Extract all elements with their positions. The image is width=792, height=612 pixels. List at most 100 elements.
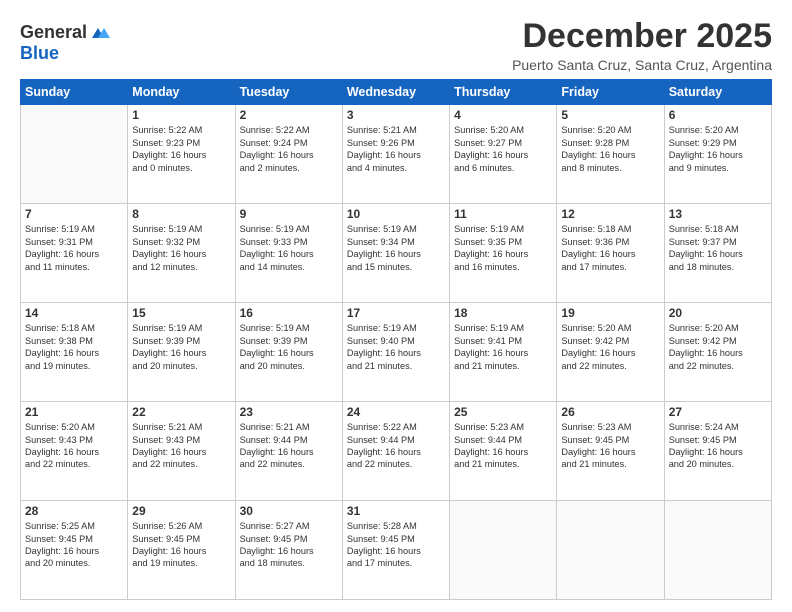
cell-content: Sunrise: 5:27 AM Sunset: 9:45 PM Dayligh… [240, 520, 338, 570]
calendar-cell: 29 Sunrise: 5:26 AM Sunset: 9:45 PM Dayli… [128, 501, 235, 600]
header-day-friday: Friday [557, 80, 664, 105]
cell-content: Sunrise: 5:23 AM Sunset: 9:45 PM Dayligh… [561, 421, 659, 471]
week-row-2: 7 Sunrise: 5:19 AM Sunset: 9:31 PM Daylig… [21, 204, 772, 303]
week-row-4: 21 Sunrise: 5:20 AM Sunset: 9:43 PM Dayli… [21, 402, 772, 501]
header-day-monday: Monday [128, 80, 235, 105]
cell-content: Sunrise: 5:20 AM Sunset: 9:29 PM Dayligh… [669, 124, 767, 174]
cell-content: Sunrise: 5:18 AM Sunset: 9:37 PM Dayligh… [669, 223, 767, 273]
day-number: 1 [132, 108, 230, 122]
calendar-cell [557, 501, 664, 600]
cell-content: Sunrise: 5:19 AM Sunset: 9:32 PM Dayligh… [132, 223, 230, 273]
cell-content: Sunrise: 5:20 AM Sunset: 9:42 PM Dayligh… [561, 322, 659, 372]
header-day-sunday: Sunday [21, 80, 128, 105]
day-number: 26 [561, 405, 659, 419]
day-number: 24 [347, 405, 445, 419]
cell-content: Sunrise: 5:19 AM Sunset: 9:35 PM Dayligh… [454, 223, 552, 273]
day-number: 30 [240, 504, 338, 518]
cell-content: Sunrise: 5:18 AM Sunset: 9:38 PM Dayligh… [25, 322, 123, 372]
calendar-cell: 5 Sunrise: 5:20 AM Sunset: 9:28 PM Daylig… [557, 105, 664, 204]
header-day-saturday: Saturday [664, 80, 771, 105]
logo-text-general: General [20, 23, 87, 43]
header-day-thursday: Thursday [450, 80, 557, 105]
calendar-cell [21, 105, 128, 204]
calendar-cell: 18 Sunrise: 5:19 AM Sunset: 9:41 PM Dayli… [450, 303, 557, 402]
week-row-1: 1 Sunrise: 5:22 AM Sunset: 9:23 PM Daylig… [21, 105, 772, 204]
day-number: 21 [25, 405, 123, 419]
header-row: SundayMondayTuesdayWednesdayThursdayFrid… [21, 80, 772, 105]
cell-content: Sunrise: 5:21 AM Sunset: 9:44 PM Dayligh… [240, 421, 338, 471]
day-number: 29 [132, 504, 230, 518]
cell-content: Sunrise: 5:21 AM Sunset: 9:43 PM Dayligh… [132, 421, 230, 471]
cell-content: Sunrise: 5:19 AM Sunset: 9:39 PM Dayligh… [132, 322, 230, 372]
day-number: 17 [347, 306, 445, 320]
day-number: 31 [347, 504, 445, 518]
day-number: 5 [561, 108, 659, 122]
day-number: 13 [669, 207, 767, 221]
cell-content: Sunrise: 5:19 AM Sunset: 9:34 PM Dayligh… [347, 223, 445, 273]
cell-content: Sunrise: 5:26 AM Sunset: 9:45 PM Dayligh… [132, 520, 230, 570]
calendar-cell: 2 Sunrise: 5:22 AM Sunset: 9:24 PM Daylig… [235, 105, 342, 204]
page: General Blue December 2025 Puerto Santa … [0, 0, 792, 612]
day-number: 8 [132, 207, 230, 221]
cell-content: Sunrise: 5:22 AM Sunset: 9:44 PM Dayligh… [347, 421, 445, 471]
calendar-cell: 12 Sunrise: 5:18 AM Sunset: 9:36 PM Dayli… [557, 204, 664, 303]
calendar-cell: 15 Sunrise: 5:19 AM Sunset: 9:39 PM Dayli… [128, 303, 235, 402]
week-row-3: 14 Sunrise: 5:18 AM Sunset: 9:38 PM Dayli… [21, 303, 772, 402]
cell-content: Sunrise: 5:20 AM Sunset: 9:28 PM Dayligh… [561, 124, 659, 174]
day-number: 23 [240, 405, 338, 419]
calendar-cell: 4 Sunrise: 5:20 AM Sunset: 9:27 PM Daylig… [450, 105, 557, 204]
calendar-cell: 22 Sunrise: 5:21 AM Sunset: 9:43 PM Dayli… [128, 402, 235, 501]
cell-content: Sunrise: 5:22 AM Sunset: 9:24 PM Dayligh… [240, 124, 338, 174]
cell-content: Sunrise: 5:19 AM Sunset: 9:40 PM Dayligh… [347, 322, 445, 372]
calendar-cell: 21 Sunrise: 5:20 AM Sunset: 9:43 PM Dayli… [21, 402, 128, 501]
day-number: 9 [240, 207, 338, 221]
calendar-cell: 31Sunrise: 5:28 AM Sunset: 9:45 PM Dayli… [342, 501, 449, 600]
day-number: 7 [25, 207, 123, 221]
calendar-cell: 10Sunrise: 5:19 AM Sunset: 9:34 PM Dayli… [342, 204, 449, 303]
day-number: 20 [669, 306, 767, 320]
cell-content: Sunrise: 5:19 AM Sunset: 9:39 PM Dayligh… [240, 322, 338, 372]
cell-content: Sunrise: 5:19 AM Sunset: 9:41 PM Dayligh… [454, 322, 552, 372]
cell-content: Sunrise: 5:20 AM Sunset: 9:43 PM Dayligh… [25, 421, 123, 471]
day-number: 14 [25, 306, 123, 320]
day-number: 16 [240, 306, 338, 320]
cell-content: Sunrise: 5:25 AM Sunset: 9:45 PM Dayligh… [25, 520, 123, 570]
day-number: 15 [132, 306, 230, 320]
cell-content: Sunrise: 5:22 AM Sunset: 9:23 PM Dayligh… [132, 124, 230, 174]
calendar-cell: 16 Sunrise: 5:19 AM Sunset: 9:39 PM Dayli… [235, 303, 342, 402]
cell-content: Sunrise: 5:19 AM Sunset: 9:33 PM Dayligh… [240, 223, 338, 273]
cell-content: Sunrise: 5:23 AM Sunset: 9:44 PM Dayligh… [454, 421, 552, 471]
calendar-cell: 13 Sunrise: 5:18 AM Sunset: 9:37 PM Dayli… [664, 204, 771, 303]
day-number: 4 [454, 108, 552, 122]
day-number: 2 [240, 108, 338, 122]
day-number: 12 [561, 207, 659, 221]
cell-content: Sunrise: 5:18 AM Sunset: 9:36 PM Dayligh… [561, 223, 659, 273]
logo-text-blue: Blue [20, 44, 110, 64]
day-number: 3 [347, 108, 445, 122]
logo-icon [88, 22, 110, 44]
week-row-5: 28 Sunrise: 5:25 AM Sunset: 9:45 PM Dayli… [21, 501, 772, 600]
header-day-tuesday: Tuesday [235, 80, 342, 105]
calendar-cell: 11Sunrise: 5:19 AM Sunset: 9:35 PM Dayli… [450, 204, 557, 303]
cell-content: Sunrise: 5:21 AM Sunset: 9:26 PM Dayligh… [347, 124, 445, 174]
calendar-cell: 28 Sunrise: 5:25 AM Sunset: 9:45 PM Dayli… [21, 501, 128, 600]
calendar-cell [450, 501, 557, 600]
day-number: 22 [132, 405, 230, 419]
day-number: 18 [454, 306, 552, 320]
calendar-cell: 26 Sunrise: 5:23 AM Sunset: 9:45 PM Dayli… [557, 402, 664, 501]
calendar-cell: 25 Sunrise: 5:23 AM Sunset: 9:44 PM Dayli… [450, 402, 557, 501]
cell-content: Sunrise: 5:20 AM Sunset: 9:42 PM Dayligh… [669, 322, 767, 372]
calendar-cell: 1 Sunrise: 5:22 AM Sunset: 9:23 PM Daylig… [128, 105, 235, 204]
calendar-cell: 19Sunrise: 5:20 AM Sunset: 9:42 PM Dayli… [557, 303, 664, 402]
day-number: 25 [454, 405, 552, 419]
title-block: December 2025 Puerto Santa Cruz, Santa C… [512, 18, 772, 73]
header: General Blue December 2025 Puerto Santa … [20, 18, 772, 73]
cell-content: Sunrise: 5:24 AM Sunset: 9:45 PM Dayligh… [669, 421, 767, 471]
day-number: 28 [25, 504, 123, 518]
calendar-cell: 27Sunrise: 5:24 AM Sunset: 9:45 PM Dayli… [664, 402, 771, 501]
calendar-cell: 20 Sunrise: 5:20 AM Sunset: 9:42 PM Dayli… [664, 303, 771, 402]
calendar-table: SundayMondayTuesdayWednesdayThursdayFrid… [20, 79, 772, 600]
cell-content: Sunrise: 5:19 AM Sunset: 9:31 PM Dayligh… [25, 223, 123, 273]
header-day-wednesday: Wednesday [342, 80, 449, 105]
cell-content: Sunrise: 5:20 AM Sunset: 9:27 PM Dayligh… [454, 124, 552, 174]
